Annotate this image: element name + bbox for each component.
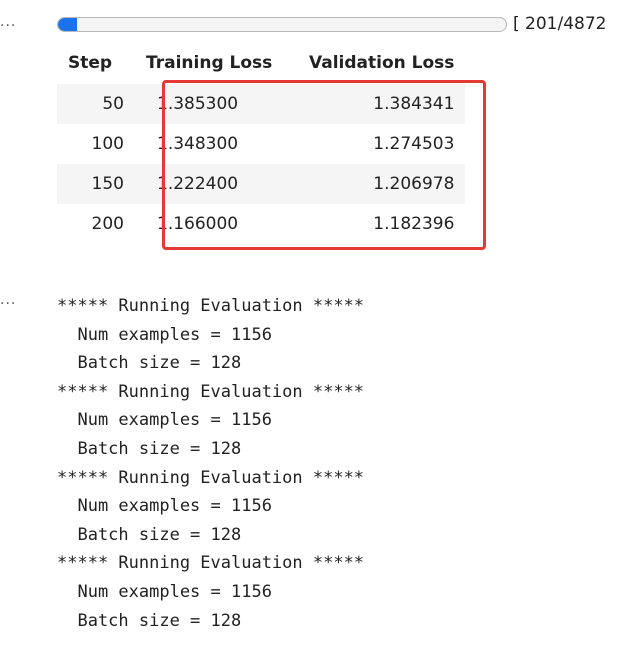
log-line: Batch size = 128 xyxy=(57,353,242,374)
log-line: ***** Running Evaluation ***** xyxy=(57,467,365,488)
cell-validation-loss: 1.384341 xyxy=(298,84,466,124)
table-row: 200 1.166000 1.182396 xyxy=(57,204,466,244)
table-header-row: Step Training Loss Validation Loss xyxy=(57,42,465,84)
cell-validation-loss: 1.182396 xyxy=(298,204,466,244)
cell-training-loss: 1.385300 xyxy=(135,84,298,124)
output-prompt-log[interactable]: ... xyxy=(0,292,32,308)
log-line: Num examples = 1156 xyxy=(57,410,272,431)
log-line: Batch size = 128 xyxy=(57,524,242,545)
cell-training-loss: 1.348300 xyxy=(135,124,298,164)
log-line: Num examples = 1156 xyxy=(57,496,272,517)
cell-step: 100 xyxy=(57,124,135,164)
progress-text: [ 201/4872 xyxy=(513,14,607,34)
log-line: Batch size = 128 xyxy=(57,438,242,459)
log-line: ***** Running Evaluation ***** xyxy=(57,381,365,402)
metrics-table: Step Training Loss Validation Loss 50 1.… xyxy=(57,42,466,244)
cell-validation-loss: 1.274503 xyxy=(298,124,466,164)
table-row: 150 1.222400 1.206978 xyxy=(57,164,466,204)
cell-step: 50 xyxy=(57,84,135,124)
log-line: Batch size = 128 xyxy=(57,610,242,631)
cell-validation-loss: 1.206978 xyxy=(298,164,466,204)
header-training-loss: Training Loss xyxy=(146,53,273,73)
log-line: ***** Running Evaluation ***** xyxy=(57,296,365,316)
progress-bar-fill xyxy=(58,18,77,31)
cell-training-loss: 1.166000 xyxy=(135,204,298,244)
header-validation-loss: Validation Loss xyxy=(309,53,455,73)
header-step: Step xyxy=(68,53,113,73)
table-row: 50 1.385300 1.384341 xyxy=(57,84,466,124)
progress-bar xyxy=(57,17,507,32)
cell-training-loss: 1.222400 xyxy=(135,164,298,204)
output-prompt-progress[interactable]: ... xyxy=(0,14,32,30)
log-line: ***** Running Evaluation ***** xyxy=(57,553,365,574)
evaluation-log-output: ***** Running Evaluation ***** Num examp… xyxy=(57,292,364,635)
cell-step: 150 xyxy=(57,164,135,204)
table-row: 100 1.348300 1.274503 xyxy=(57,124,466,164)
cell-step: 200 xyxy=(57,204,135,244)
log-line: Num examples = 1156 xyxy=(57,581,272,602)
log-line: Num examples = 1156 xyxy=(57,324,272,345)
